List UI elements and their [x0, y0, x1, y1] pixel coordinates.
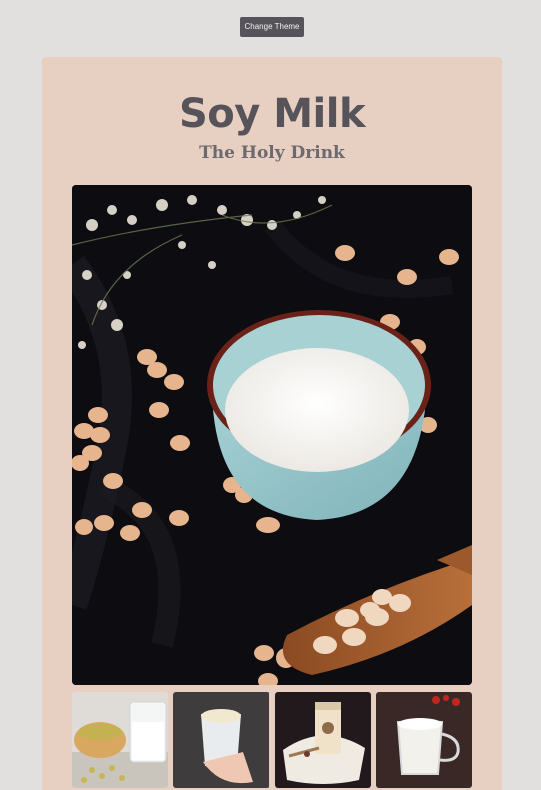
thumbnail-2[interactable]: [173, 692, 270, 788]
thumbnail-1[interactable]: [72, 692, 168, 788]
page-title: Soy Milk: [178, 91, 366, 137]
product-card: Soy Milk The Holy Drink: [42, 57, 502, 790]
hero-image: [72, 185, 472, 685]
change-theme-button[interactable]: Change Theme: [240, 17, 304, 37]
thumbnail-strip: [72, 692, 472, 788]
page-subtitle: The Holy Drink: [199, 143, 345, 163]
thumbnail-4[interactable]: [375, 692, 472, 788]
thumbnail-3[interactable]: [274, 692, 371, 788]
